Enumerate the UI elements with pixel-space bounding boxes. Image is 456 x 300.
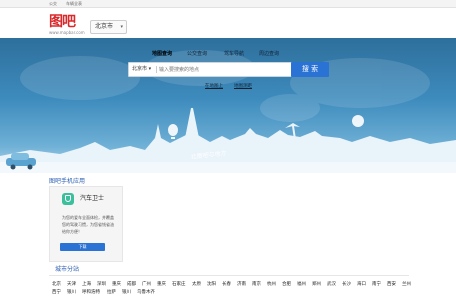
sublink-on-map[interactable]: 在地图上: [205, 84, 223, 89]
city-section-title: 城市分站: [55, 266, 80, 273]
search-input[interactable]: [159, 64, 287, 75]
city-link[interactable]: 杭州: [267, 282, 276, 287]
app-name[interactable]: 汽车卫士: [80, 195, 104, 202]
city-link[interactable]: 兰州: [402, 282, 411, 287]
city-link[interactable]: 深圳: [97, 282, 106, 287]
skyline-illustration: [0, 50, 456, 173]
city-link[interactable]: 重庆: [157, 282, 166, 287]
top-utility-bar: 公交 车辆全表: [0, 0, 456, 8]
shield-icon[interactable]: [62, 193, 74, 205]
city-link[interactable]: 南京: [252, 282, 261, 287]
city-link[interactable]: 拉萨: [107, 290, 116, 295]
download-button[interactable]: 下载: [60, 243, 105, 251]
city-link[interactable]: 石家庄: [172, 282, 186, 287]
city-link[interactable]: 乌鲁木齐: [137, 290, 155, 295]
divider: [49, 275, 409, 276]
tab-bus-search[interactable]: 公交查询: [187, 51, 207, 57]
city-link[interactable]: 武汉: [327, 282, 336, 287]
balloon-icon: [168, 124, 178, 139]
tab-drive-navigation[interactable]: 驾车导航: [224, 51, 244, 57]
city-link[interactable]: 北京: [52, 282, 61, 287]
tab-map-search[interactable]: 地图查询: [152, 51, 172, 57]
topbar-link-vehicles[interactable]: 车辆全表: [66, 0, 82, 7]
search-divider: [156, 66, 157, 73]
tab-nearby-search[interactable]: 周边查询: [259, 51, 279, 57]
city-link[interactable]: 福州: [297, 282, 306, 287]
city-link[interactable]: 南宁: [372, 282, 381, 287]
search-bar: 北京市 ▾: [128, 62, 292, 77]
app-section-title[interactable]: 图吧手机应用: [49, 178, 85, 185]
app-desc-line: 给你方便！: [62, 229, 82, 234]
topbar-link-bus[interactable]: 公交: [49, 0, 57, 7]
city-link[interactable]: 太原: [192, 282, 201, 287]
city-link[interactable]: 成都: [127, 282, 136, 287]
sun-icon: [352, 115, 364, 127]
city-link[interactable]: 海口: [357, 282, 366, 287]
city-link[interactable]: 合肥: [282, 282, 291, 287]
city-link[interactable]: 呼和浩特: [82, 290, 100, 295]
sublink-measure[interactable]: 地图测距: [234, 84, 252, 89]
city-link[interactable]: 西宁: [52, 290, 61, 295]
city-link[interactable]: 天津: [67, 282, 76, 287]
search-button[interactable]: 搜 索: [291, 62, 329, 77]
city-selector[interactable]: 北京市 ▾: [90, 20, 127, 34]
city-link[interactable]: 沈阳: [207, 282, 216, 287]
city-selector-label: 北京市: [95, 23, 114, 30]
city-link[interactable]: 广州: [142, 282, 151, 287]
hero-banner: [0, 38, 456, 173]
city-link[interactable]: 重庆: [112, 282, 121, 287]
city-link[interactable]: 长春: [222, 282, 231, 287]
city-link[interactable]: 银川: [122, 290, 131, 295]
app-desc-line: 为您的爱车全面体检，并覆盖: [62, 215, 114, 220]
city-link[interactable]: 长沙: [342, 282, 351, 287]
search-city-selector[interactable]: 北京市 ▾: [132, 63, 151, 76]
city-link[interactable]: 上海: [82, 282, 91, 287]
city-link[interactable]: 西安: [387, 282, 396, 287]
city-link[interactable]: 银川: [67, 290, 76, 295]
city-link[interactable]: 济南: [237, 282, 246, 287]
chevron-down-icon: ▾: [120, 24, 123, 30]
app-desc-line: 您的驾驶习惯，为您省钱省油: [62, 222, 114, 227]
city-link[interactable]: 郑州: [312, 282, 321, 287]
site-logo[interactable]: 图吧 www.mapbar.com: [49, 14, 91, 35]
